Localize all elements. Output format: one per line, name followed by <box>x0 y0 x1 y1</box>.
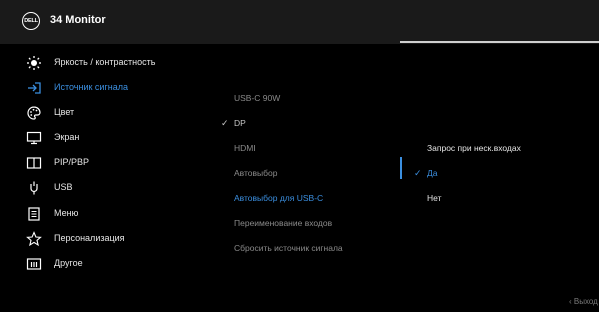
checkmark-icon: ✓ <box>414 168 422 178</box>
star-icon <box>26 231 42 247</box>
sidebar-item-usb[interactable]: USB <box>0 178 210 198</box>
sidebar-item-label: Персонализация <box>54 233 125 243</box>
submenu-item-usb-c[interactable]: USB-C 90W <box>234 93 280 103</box>
osd-header: DELL 34 Monitor <box>0 0 599 44</box>
usb-icon <box>30 181 38 195</box>
submenu-item-dp[interactable]: DP <box>234 118 246 128</box>
sidebar-item-personalize[interactable]: Персонализация <box>0 229 210 249</box>
chevron-left-icon: ‹ <box>569 297 572 306</box>
submenu-item-auto-select[interactable]: Автовыбор <box>234 168 277 178</box>
submenu-item-reset-input-source[interactable]: Сбросить источник сигнала <box>234 243 343 253</box>
osd-menu: DELL 34 Monitor Яркость / контрастность <box>0 0 599 312</box>
color-palette-icon <box>27 106 41 120</box>
exit-label: Выход <box>573 297 598 306</box>
submenu-item-auto-select-usb-c[interactable]: Автовыбор для USB-C <box>234 193 323 203</box>
monitor-title: 34 Monitor <box>50 14 106 26</box>
submenu-item-rename-inputs[interactable]: Переименование входов <box>234 218 332 228</box>
info-icon <box>26 258 42 270</box>
header-divider <box>400 41 599 43</box>
sidebar-item-menu[interactable]: Меню <box>0 204 210 224</box>
submenu-item-hdmi[interactable]: HDMI <box>234 143 256 153</box>
sidebar-item-label: Яркость / контрастность <box>54 57 156 67</box>
option-no[interactable]: Нет <box>427 193 441 203</box>
exit-button[interactable]: ‹ Выход <box>569 297 598 306</box>
sidebar-item-display[interactable]: Экран <box>0 128 210 148</box>
display-icon <box>26 131 42 145</box>
sidebar-item-label: PIP/PBP <box>54 157 90 167</box>
sidebar-item-label: Другое <box>54 258 83 268</box>
pip-pbp-icon <box>26 157 42 169</box>
sidebar-item-label: Цвет <box>54 107 75 117</box>
dell-logo: DELL <box>22 12 40 30</box>
option-prompt-multiple-inputs[interactable]: Запрос при неск.входах <box>427 143 521 153</box>
sidebar-item-color[interactable]: Цвет <box>0 103 210 123</box>
sidebar-item-label: USB <box>54 182 73 192</box>
sidebar-item-label: Источник сигнала <box>54 82 128 92</box>
sidebar-item-brightness-contrast[interactable]: Яркость / контрастность <box>0 53 210 73</box>
selection-indicator <box>400 157 402 179</box>
menu-icon <box>28 207 40 221</box>
sidebar-item-input-source[interactable]: Источник сигнала <box>0 78 210 98</box>
brightness-icon <box>27 56 41 70</box>
sidebar-item-label: Меню <box>54 208 79 218</box>
checkmark-icon: ✓ <box>221 118 229 128</box>
input-source-icon <box>28 82 41 94</box>
sidebar-item-others[interactable]: Другое <box>0 254 210 274</box>
option-yes[interactable]: Да <box>427 168 437 178</box>
sidebar-item-label: Экран <box>54 132 80 142</box>
sidebar-item-pip-pbp[interactable]: PIP/PBP <box>0 153 210 173</box>
